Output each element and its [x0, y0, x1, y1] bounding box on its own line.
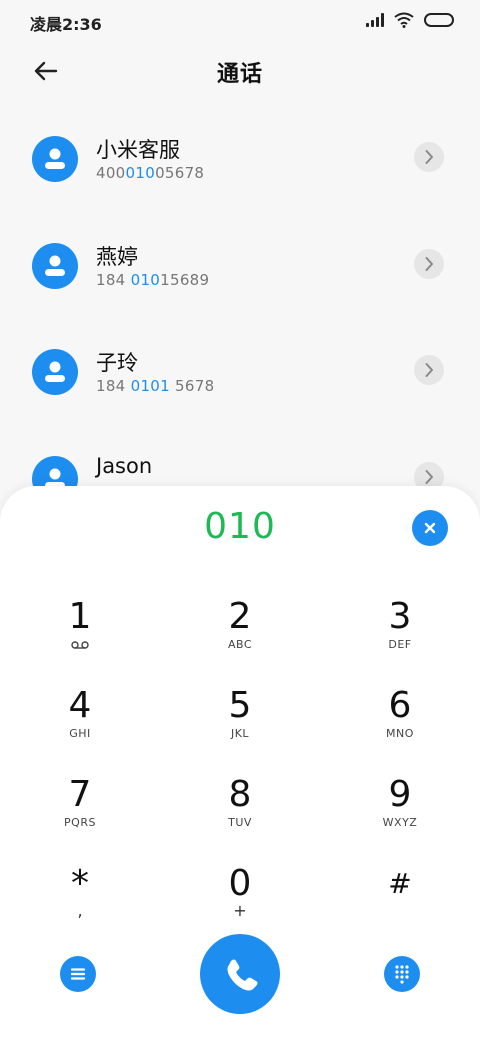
key-digit: * — [71, 863, 89, 904]
key-digit: 4 — [68, 685, 92, 726]
key-6[interactable]: 6 MNO — [340, 685, 460, 765]
key-letters: MNO — [386, 727, 414, 740]
key-digit: 6 — [388, 685, 412, 726]
person-icon — [45, 148, 65, 169]
key-digit: 2 — [228, 596, 252, 637]
key-2[interactable]: 2 ABC — [180, 596, 300, 676]
key-0[interactable]: 0 + — [180, 863, 300, 943]
key-digit: 9 — [388, 774, 412, 815]
call-button[interactable] — [200, 934, 280, 1014]
key-letters: DEF — [388, 638, 412, 651]
avatar — [32, 242, 78, 289]
key-letters: WXYZ — [382, 816, 418, 829]
close-icon — [424, 522, 436, 534]
status-time: 凌晨2:36 — [30, 15, 102, 34]
keypad-toggle-button[interactable] — [384, 956, 420, 992]
status-bar: 凌晨2:36 — [0, 0, 480, 42]
key-7[interactable]: 7 PQRS — [20, 774, 140, 854]
key-digit: 5 — [228, 685, 252, 726]
detail-button[interactable] — [414, 248, 444, 279]
person-icon — [45, 255, 65, 276]
dialpad-icon — [395, 965, 409, 984]
key-9[interactable]: 9 WXYZ — [340, 774, 460, 854]
key-sub: , — [77, 901, 83, 920]
key-1[interactable]: 1 — [20, 596, 140, 676]
key-digit: 7 — [68, 774, 92, 815]
key-star[interactable]: * , — [20, 863, 140, 943]
contact-item[interactable]: 燕婷 184 01015689 — [0, 217, 480, 324]
avatar — [32, 136, 78, 182]
menu-button[interactable] — [60, 956, 96, 992]
key-4[interactable]: 4 GHI — [20, 685, 140, 765]
contact-name: 小米客服 — [96, 138, 180, 162]
contact-name: Jason — [96, 453, 153, 478]
key-5[interactable]: 5 JKL — [180, 685, 300, 765]
clear-button[interactable] — [412, 510, 448, 546]
key-digit: 0 — [228, 863, 252, 904]
key-letters: GHI — [69, 727, 91, 740]
contact-number: 184 01015689 — [96, 270, 210, 289]
detail-button[interactable] — [414, 355, 444, 385]
battery-icon — [424, 13, 454, 27]
key-letters: ABC — [227, 638, 253, 651]
contact-name: 子玲 — [96, 351, 138, 375]
key-8[interactable]: 8 TUV — [180, 774, 300, 854]
avatar — [32, 349, 78, 395]
dial-actions — [0, 934, 480, 1024]
contact-list: 小米客服 40001005678 燕婷 184 01015689 子玲 184 … — [0, 110, 480, 536]
detail-button[interactable] — [414, 142, 444, 172]
wifi-icon — [394, 12, 414, 28]
dialer-panel: 010 1 2 ABC 3 DEF 4 GHI 5 JKL 6 MNO 7 PQ… — [0, 486, 480, 1040]
key-digit: 1 — [68, 596, 92, 637]
contact-item[interactable]: 子玲 184 0101 5678 — [0, 323, 480, 430]
key-letters: TUV — [228, 816, 252, 829]
status-icons — [366, 12, 454, 28]
contact-number: 184 0101 5678 — [96, 377, 215, 395]
voicemail-icon — [71, 641, 89, 649]
key-hash[interactable]: # — [340, 863, 460, 943]
key-letters: PQRS — [64, 816, 96, 829]
chevron-right-icon — [425, 363, 433, 377]
phone-icon — [227, 959, 258, 991]
key-digit: 3 — [388, 596, 412, 637]
page-title: 通话 — [216, 62, 263, 87]
key-sub: + — [233, 901, 247, 920]
key-digit: # — [388, 867, 412, 900]
key-3[interactable]: 3 DEF — [340, 596, 460, 676]
key-letters: JKL — [230, 727, 250, 740]
contact-item[interactable]: 小米客服 40001005678 — [0, 110, 480, 217]
person-icon — [45, 361, 65, 382]
signal-icon — [366, 13, 384, 27]
key-digit: 8 — [228, 774, 252, 815]
header: 通话 — [0, 46, 480, 96]
contact-name: 燕婷 — [96, 244, 138, 269]
contact-number: 40001005678 — [96, 164, 205, 182]
chevron-right-icon — [425, 150, 433, 164]
menu-icon — [70, 968, 86, 980]
dial-input-display[interactable]: 010 — [0, 506, 480, 547]
chevron-right-icon — [425, 256, 433, 271]
